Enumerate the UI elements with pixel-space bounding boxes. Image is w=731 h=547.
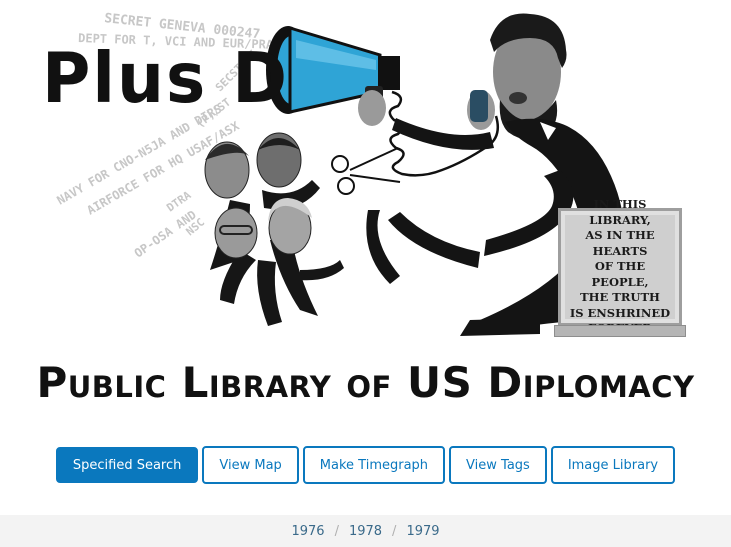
scissors-icon — [331, 147, 401, 195]
plaque-inscription: In this library, as in the hearts of the… — [569, 197, 671, 335]
plus-d-logo: Plus D — [42, 38, 290, 119]
view-tags-button[interactable]: View Tags — [449, 446, 547, 484]
politician-figures — [204, 132, 344, 326]
hero-illustration: SECRET GENEVA 000247 DEPT FOR T, VCI AND… — [0, 0, 731, 345]
breadcrumb-separator: / — [392, 523, 397, 539]
year-link-1979[interactable]: 1979 — [406, 524, 439, 539]
breadcrumb-separator: / — [334, 523, 339, 539]
make-timegraph-button[interactable]: Make Timegraph — [302, 446, 446, 484]
main-nav: Specified Search View Map Make Timegraph… — [0, 446, 731, 484]
specified-search-button[interactable]: Specified Search — [55, 447, 199, 483]
page-title: Public Library of US Diplomacy — [36, 358, 695, 407]
year-link-1976[interactable]: 1976 — [291, 524, 324, 539]
plaque-base — [554, 325, 686, 337]
image-library-button[interactable]: Image Library — [550, 446, 676, 484]
year-link-1978[interactable]: 1978 — [349, 524, 382, 539]
library-plaque: In this library, as in the hearts of the… — [558, 197, 682, 335]
view-map-button[interactable]: View Map — [202, 446, 299, 484]
year-breadcrumb: 1976 / 1978 / 1979 — [0, 515, 731, 547]
